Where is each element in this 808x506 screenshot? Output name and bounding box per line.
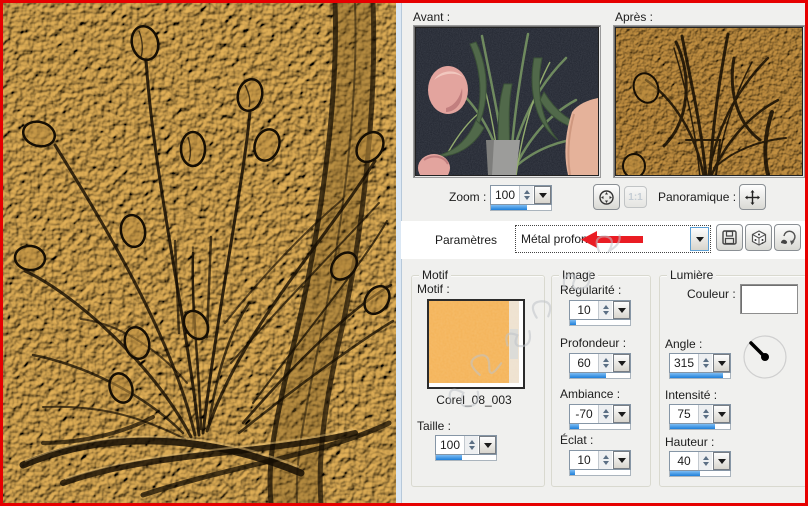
regularity-progress	[570, 320, 576, 325]
angle-spinner[interactable]: 315	[669, 353, 731, 379]
height-label: Hauteur :	[665, 435, 714, 449]
red-annotation-arrow	[581, 231, 643, 248]
reset-button[interactable]	[774, 224, 801, 251]
zoom-dropdown-button[interactable]	[534, 186, 551, 204]
regularity-value[interactable]: 10	[570, 301, 598, 319]
depth-spinner[interactable]: 60	[569, 353, 631, 379]
save-preset-icon	[722, 230, 737, 245]
angle-progress	[670, 373, 723, 378]
angle-label: Angle :	[665, 337, 702, 351]
size-progress	[436, 455, 462, 460]
size-spin-buttons[interactable]	[464, 436, 478, 454]
pattern-group-title: Motif	[419, 268, 451, 282]
after-preview-image	[616, 28, 802, 175]
regularity-dropdown-button[interactable]	[613, 301, 630, 319]
intensity-label: Intensité :	[665, 388, 717, 402]
ambience-value[interactable]: -70	[570, 405, 598, 423]
actual-size-button: 1:1	[624, 186, 647, 208]
effect-dialog: Avant :	[0, 0, 808, 506]
save-preset-button[interactable]	[716, 224, 743, 251]
height-spinner[interactable]: 40	[669, 451, 731, 477]
height-dropdown-button[interactable]	[713, 452, 730, 470]
before-label: Avant :	[413, 10, 450, 24]
depth-value[interactable]: 60	[570, 354, 598, 372]
angle-dial[interactable]	[741, 331, 789, 379]
presets-label: Paramètres	[435, 233, 497, 247]
zoom-label: Zoom :	[449, 190, 486, 204]
angle-spin-buttons[interactable]	[698, 354, 712, 372]
zoom-value[interactable]: 100	[491, 186, 519, 204]
ambience-progress	[570, 424, 579, 429]
depth-spin-buttons[interactable]	[598, 354, 612, 372]
before-preview[interactable]	[413, 25, 601, 178]
luster-progress	[570, 470, 575, 475]
fit-preview-icon	[598, 189, 615, 206]
intensity-value[interactable]: 75	[670, 405, 698, 423]
ambience-dropdown-button[interactable]	[613, 405, 630, 423]
before-preview-image	[416, 28, 598, 175]
image-group-title: Image	[559, 268, 598, 282]
fit-preview-button[interactable]	[593, 184, 620, 210]
pan-label: Panoramique :	[658, 190, 736, 204]
angle-dropdown-button[interactable]	[713, 354, 730, 372]
color-label: Couleur :	[687, 287, 736, 301]
angle-value[interactable]: 315	[670, 354, 698, 372]
after-label: Après :	[615, 10, 653, 24]
depth-progress	[570, 373, 606, 378]
light-group-title: Lumière	[667, 268, 716, 282]
randomize-icon	[751, 230, 767, 246]
depth-label: Profondeur :	[560, 336, 626, 350]
actual-size-label: 1:1	[628, 192, 642, 203]
embossed-canvas-image	[3, 3, 396, 503]
intensity-progress	[670, 424, 715, 429]
luster-value[interactable]: 10	[570, 451, 598, 469]
size-label: Taille :	[417, 419, 451, 433]
pan-move-icon	[745, 190, 760, 205]
ambience-spinner[interactable]: -70	[569, 404, 631, 430]
ambience-spin-buttons[interactable]	[598, 405, 612, 423]
zoom-progress	[491, 205, 527, 210]
size-spinner[interactable]: 100	[435, 435, 497, 461]
regularity-spinner[interactable]: 10	[569, 300, 631, 326]
height-value[interactable]: 40	[670, 452, 698, 470]
intensity-spin-buttons[interactable]	[698, 405, 712, 423]
height-spin-buttons[interactable]	[698, 452, 712, 470]
size-dropdown-button[interactable]	[479, 436, 496, 454]
preset-dropdown-button[interactable]	[690, 227, 709, 251]
pattern-swatch-image	[429, 301, 519, 383]
regularity-spin-buttons[interactable]	[598, 301, 612, 319]
after-preview[interactable]	[613, 25, 805, 178]
luster-label: Éclat :	[560, 433, 593, 447]
depth-dropdown-button[interactable]	[613, 354, 630, 372]
zoom-spinner[interactable]: 100	[490, 185, 552, 211]
regularity-label: Régularité :	[560, 283, 621, 297]
randomize-button[interactable]	[745, 224, 772, 251]
height-progress	[670, 471, 700, 476]
luster-dropdown-button[interactable]	[613, 451, 630, 469]
luster-spinner[interactable]: 10	[569, 450, 631, 476]
light-color-swatch[interactable]	[740, 284, 798, 314]
pattern-label: Motif :	[417, 282, 450, 296]
reset-icon	[779, 230, 796, 246]
size-value[interactable]: 100	[436, 436, 464, 454]
pattern-swatch[interactable]	[427, 299, 525, 389]
pan-button[interactable]	[739, 184, 766, 210]
zoom-spin-buttons[interactable]	[519, 186, 533, 204]
intensity-spinner[interactable]: 75	[669, 404, 731, 430]
ambience-label: Ambiance :	[560, 387, 620, 401]
luster-spin-buttons[interactable]	[598, 451, 612, 469]
pattern-name: Corel_08_003	[427, 393, 521, 407]
intensity-dropdown-button[interactable]	[713, 405, 730, 423]
